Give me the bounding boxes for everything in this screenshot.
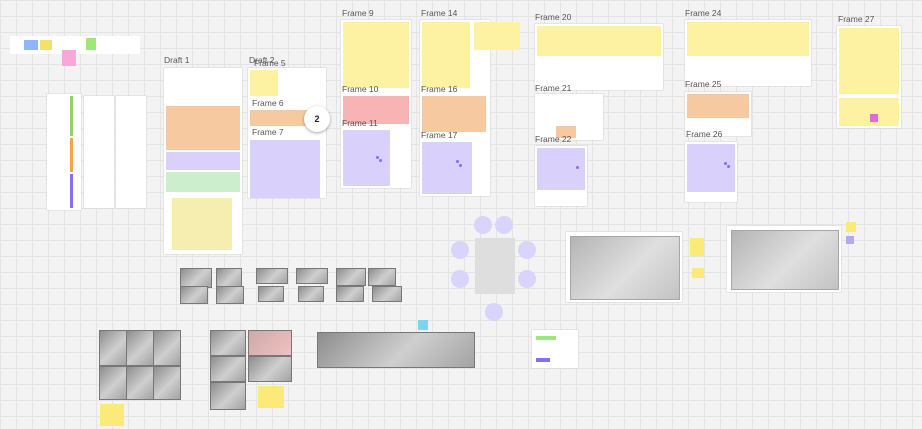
sticky-note[interactable] [846,222,856,232]
chair-circle[interactable] [474,216,492,234]
orange-section [166,106,240,150]
photo-large[interactable] [210,356,246,382]
photo-large[interactable] [210,382,246,410]
purple-note [846,236,854,244]
frame-title: Frame 16 [421,84,458,94]
photo-thumbnail[interactable] [256,268,288,284]
chair-circle[interactable] [495,216,513,234]
chair-circle[interactable] [451,270,469,288]
photo-large[interactable] [126,330,154,366]
photo-large[interactable] [248,330,292,356]
flower-dot [576,166,579,169]
notes-frame-b[interactable] [116,96,146,208]
photo-large[interactable] [210,330,246,356]
frame-17-purple [422,142,472,194]
flower-dot [456,160,459,163]
chair-circle[interactable] [485,303,503,321]
legend-purple [536,358,550,362]
notes-frame-a[interactable] [84,96,114,208]
frame-16-orange [422,96,486,132]
frame-9-yellow [343,22,409,88]
frame-title: Frame 22 [535,134,572,144]
photo-thumbnail[interactable] [731,230,839,290]
photo-thumbnail[interactable] [372,286,402,302]
purple-section [166,152,240,170]
frame-title: Frame 26 [686,129,723,139]
sticky-note[interactable] [692,268,704,278]
photo-strip[interactable] [317,332,475,368]
flower-dot [727,165,730,168]
magenta-note [870,114,878,122]
sticky-note[interactable] [258,386,284,408]
timeline-frame[interactable] [47,94,81,210]
timeline-bar-green [70,96,73,136]
sticky-note[interactable] [690,238,704,256]
photo-thumbnail[interactable] [298,286,324,302]
frame-5-yellow [250,70,278,96]
photo-large[interactable] [153,330,181,366]
frame-title: Frame 25 [685,79,722,89]
whiteboard-canvas[interactable]: Draft 1 Draft 2 Frame 5 Frame 6 Frame 7 … [0,0,922,429]
frame-27-yellow [839,28,899,94]
flower-dot [379,159,382,162]
table-shape[interactable] [475,238,515,294]
photo-thumbnail[interactable] [368,268,396,286]
frame-11-purple [343,130,390,186]
frame-14-yellow [422,22,470,88]
frame-6-orange [250,110,312,126]
yellow-section [172,198,232,250]
side-note-yellow [474,22,520,50]
photo-thumbnail[interactable] [258,286,284,302]
timeline-bar-purple [70,174,73,208]
green-section [166,172,240,192]
photo-thumbnail[interactable] [570,236,680,300]
frame-24-yellow [687,22,809,56]
frame-title: Frame 27 [838,14,875,24]
frame-title: Frame 9 [342,8,374,18]
frame-7-purple [250,140,320,198]
photo-large[interactable] [99,366,127,400]
swatch-pink [62,50,76,66]
swatch-yellow [40,40,52,50]
frame-title: Frame 17 [421,130,458,140]
frame-title: Draft 1 [164,55,190,65]
photo-large[interactable] [248,356,292,382]
photo-large[interactable] [99,330,127,366]
frame-title: Frame 20 [535,12,572,22]
frame-20-yellow [537,26,661,56]
collaborator-count-badge[interactable]: 2 [304,106,330,132]
legend-green [536,336,556,340]
photo-thumbnail[interactable] [336,286,364,302]
photo-thumbnail[interactable] [180,286,208,304]
photo-thumbnail[interactable] [216,286,244,304]
swatch-blue [24,40,38,50]
frame-22-purple [537,148,585,190]
frame-26-purple [687,144,735,192]
photo-thumbnail[interactable] [336,268,366,286]
sticky-note[interactable] [100,404,124,426]
frame-title: Frame 11 [342,118,378,128]
photo-thumbnail[interactable] [296,268,328,284]
cyan-sticky [418,320,428,330]
frame-title: Frame 6 [252,98,284,108]
photo-large[interactable] [126,366,154,400]
flower-dot [459,164,462,167]
frame-27-yellow-lower [839,98,899,126]
photo-large[interactable] [153,366,181,400]
chair-circle[interactable] [451,241,469,259]
frame-title: Frame 24 [685,8,722,18]
frame-title: Frame 21 [535,83,572,93]
chair-circle[interactable] [518,241,536,259]
photo-thumbnail[interactable] [216,268,242,288]
timeline-bar-orange [70,138,73,172]
frame-title: Frame 5 [254,58,286,68]
chair-circle[interactable] [518,270,536,288]
frame-title: Frame 7 [252,127,284,137]
frame-title: Frame 10 [342,84,379,94]
photo-thumbnail[interactable] [180,268,212,288]
frame-title: Frame 14 [421,8,458,18]
swatch-green [86,38,96,50]
frame-25-orange [687,94,749,118]
